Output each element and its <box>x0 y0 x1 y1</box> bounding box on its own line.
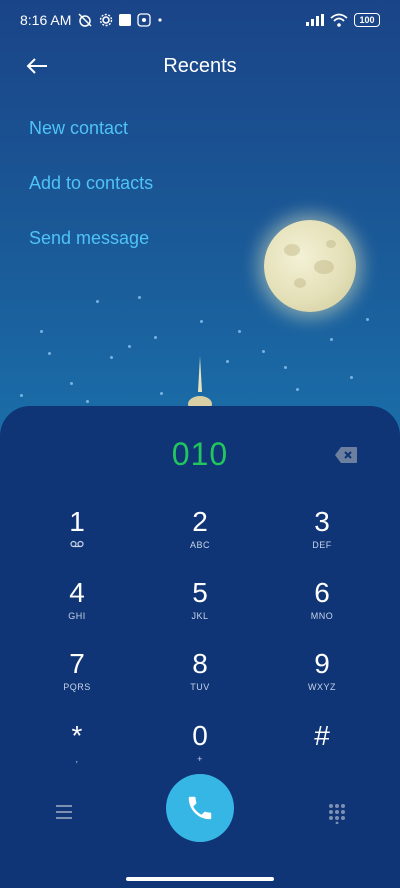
key-letters: PQRS <box>63 682 91 692</box>
lighthouse-illustration <box>188 356 212 408</box>
dial-key-3[interactable]: 3 DEF <box>267 506 377 568</box>
header: Recents <box>0 44 400 88</box>
status-right: 100 <box>306 13 380 27</box>
voicemail-icon <box>22 540 132 550</box>
key-digit: 5 <box>192 577 208 608</box>
key-digit: 0 <box>192 720 208 751</box>
key-digit: 4 <box>69 577 85 608</box>
key-letters: + <box>197 754 203 764</box>
page-title: Recents <box>163 54 237 77</box>
keypad-toggle-button[interactable] <box>326 802 348 825</box>
square-notification-icon <box>119 14 132 26</box>
status-left: 8:16 AM <box>20 12 163 28</box>
dial-key-2[interactable]: 2 ABC <box>145 506 255 568</box>
dial-key-6[interactable]: 6 MNO <box>267 577 377 639</box>
settings-gear-icon <box>99 13 113 27</box>
key-digit: 6 <box>314 577 330 608</box>
dial-key-1[interactable]: 1 <box>22 506 132 568</box>
wifi-icon <box>330 13 348 27</box>
send-message-link[interactable]: Send message <box>29 228 149 249</box>
moon-illustration <box>264 220 356 312</box>
dial-key-4[interactable]: 4 GHI <box>22 577 132 639</box>
dialer-bottom-bar <box>0 770 400 850</box>
key-letters: DEF <box>312 540 332 550</box>
status-bar: 8:16 AM 100 <box>0 0 400 40</box>
dial-key-5[interactable]: 5 JKL <box>145 577 255 639</box>
menu-button[interactable] <box>52 802 76 822</box>
alarm-off-icon <box>77 12 93 28</box>
key-letters: JKL <box>191 611 209 621</box>
key-letters: MNO <box>310 611 334 621</box>
new-contact-link[interactable]: New contact <box>29 118 128 139</box>
key-letters: ABC <box>189 540 210 550</box>
back-button[interactable] <box>22 52 52 80</box>
dial-key-7[interactable]: 7 PQRS <box>22 648 132 710</box>
app-notification-icon <box>137 13 152 27</box>
key-digit: # <box>314 720 330 751</box>
key-letters: , <box>75 754 79 764</box>
battery-indicator: 100 <box>354 13 380 27</box>
key-letters: TUV <box>190 682 210 692</box>
call-button[interactable] <box>166 774 234 842</box>
dial-key-8[interactable]: 8 TUV <box>145 648 255 710</box>
status-time: 8:16 AM <box>20 12 72 28</box>
backspace-button[interactable] <box>334 446 358 464</box>
arrow-left-icon <box>26 58 47 74</box>
key-digit: 1 <box>69 506 85 537</box>
key-digit: * <box>71 720 83 751</box>
key-digit: 7 <box>69 648 85 679</box>
key-digit: 8 <box>192 648 208 679</box>
add-to-contacts-link[interactable]: Add to contacts <box>29 173 153 194</box>
home-indicator[interactable] <box>126 877 274 881</box>
key-letters: WXYZ <box>308 682 336 692</box>
key-digit: 9 <box>314 648 330 679</box>
key-letters: GHI <box>68 611 86 621</box>
key-digit: 3 <box>314 506 330 537</box>
dot-icon <box>157 17 163 23</box>
phone-icon <box>188 796 212 820</box>
dial-key-9[interactable]: 9 WXYZ <box>267 648 377 710</box>
signal-icon <box>306 14 324 26</box>
key-digit: 2 <box>192 506 208 537</box>
backspace-icon <box>335 447 357 463</box>
dialpad-grid-icon <box>329 804 345 825</box>
hamburger-menu-icon <box>56 805 72 819</box>
